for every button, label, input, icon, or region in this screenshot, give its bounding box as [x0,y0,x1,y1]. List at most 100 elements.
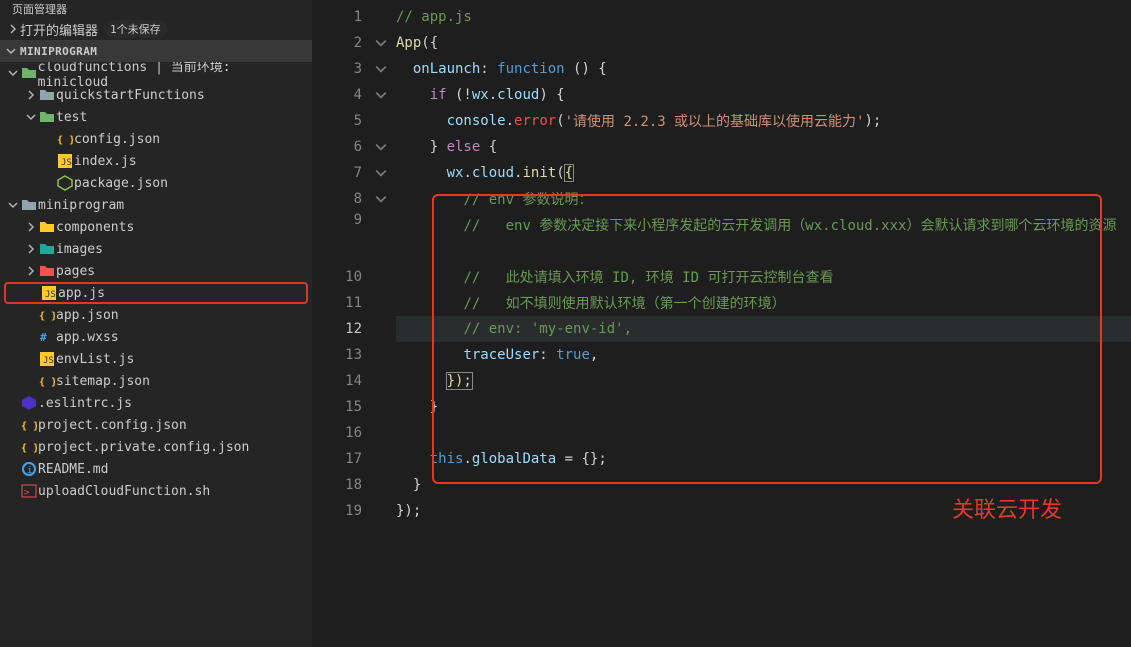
line-number: 11 [316,290,362,316]
fold-gutter[interactable] [370,0,392,647]
file-item[interactable]: JSapp.js [4,282,308,304]
fold-toggle-icon[interactable] [370,30,392,56]
chevron-right-icon [24,244,38,254]
folder-item[interactable]: images [0,238,312,260]
svg-text:{ }: { } [21,443,37,454]
item-label: pages [56,264,95,279]
folder-item[interactable]: miniprogram [0,194,312,216]
file-item[interactable]: { }sitemap.json [0,370,312,392]
prop-onlaunch: onLaunch [413,61,480,77]
fold-spacer [370,394,392,420]
json-icon: { } [38,307,56,323]
json-icon: { } [20,439,38,455]
line-number: 18 [316,472,362,498]
item-label: test [56,110,87,125]
item-label: index.js [74,154,137,169]
chevron-down-icon [6,46,16,56]
file-item[interactable]: .eslintrc.js [0,392,312,414]
chevron-right-icon [24,266,38,276]
item-label: envList.js [56,352,134,367]
fold-toggle-icon[interactable] [370,160,392,186]
item-label: app.wxss [56,330,119,345]
item-label: project.config.json [38,418,187,433]
file-item[interactable]: { }project.private.config.json [0,436,312,458]
svg-text:JS: JS [43,356,54,366]
file-item[interactable]: { }project.config.json [0,414,312,436]
json-icon: { } [20,417,38,433]
folder-item[interactable]: test [0,106,312,128]
project-root-header[interactable]: MINIPROGRAM [0,40,312,62]
file-item[interactable]: package.json [0,172,312,194]
line-number: 4 [316,82,362,108]
fn-app: App [396,35,421,51]
folder-item[interactable]: pages [0,260,312,282]
item-label: README.md [38,462,108,477]
kw-else: else [447,139,481,155]
code-content[interactable]: // app.js App({ onLaunch: function () { … [392,0,1131,647]
line-number: 6 [316,134,362,160]
svg-text:i: i [27,466,32,476]
chevron-down-icon [6,68,20,78]
node-icon [56,175,74,191]
js-icon: JS [56,153,74,169]
line-number: 15 [316,394,362,420]
fold-spacer [370,264,392,290]
open-editors-header[interactable]: 打开的编辑器 1个未保存 [0,18,312,40]
fold-spacer [370,316,392,342]
file-item[interactable]: { }app.json [0,304,312,326]
line-number: 2 [316,30,362,56]
line-number: 5 [316,108,362,134]
punct: ({ [421,35,438,51]
file-item[interactable]: >_uploadCloudFunction.sh [0,480,312,502]
fold-toggle-icon[interactable] [370,56,392,82]
fold-spacer [370,4,392,30]
chevron-right-icon [24,90,38,100]
svg-text:{ }: { } [21,421,37,432]
fold-toggle-icon[interactable] [370,82,392,108]
chevron-down-icon [24,112,38,122]
fn-init: init [522,165,556,181]
string-literal: '请使用 2.2.3 或以上的基础库以使用云能力' [565,111,865,131]
chevron-down-icon [6,200,20,210]
svg-text:{ }: { } [39,311,55,322]
brace: { [565,165,573,181]
js-icon: JS [38,351,56,367]
item-label: project.private.config.json [38,440,249,455]
fold-spacer [370,368,392,394]
item-label: config.json [74,132,160,147]
file-item[interactable]: i README.md [0,458,312,480]
file-item[interactable]: { }config.json [0,128,312,150]
line-number: 14 [316,368,362,394]
folder-item[interactable]: cloudfunctions | 当前环境: minicloud [0,62,312,84]
svg-text:JS: JS [61,158,72,168]
md-icon: i [20,461,38,477]
item-label: .eslintrc.js [38,396,132,411]
line-number: 16 [316,420,362,446]
item-label: package.json [74,176,168,191]
line-number: 9 [316,212,362,264]
file-item[interactable]: JSindex.js [0,150,312,172]
line-number: 1 [316,4,362,30]
file-item[interactable]: # app.wxss [0,326,312,348]
fold-spacer [370,342,392,368]
line-number: 13 [316,342,362,368]
line-number: 19 [316,498,362,524]
kw-if: if [430,87,447,103]
line-number: 8 [316,186,362,212]
editor-area[interactable]: 12345678910111213141516171819 // app.js … [312,0,1131,647]
svg-text:#: # [40,331,47,344]
line-number: 17 [316,446,362,472]
file-tree[interactable]: cloudfunctions | 当前环境: minicloudquicksta… [0,62,312,647]
fold-toggle-icon[interactable] [370,186,392,212]
folder-item[interactable]: components [0,216,312,238]
fold-toggle-icon[interactable] [370,134,392,160]
folder-cloud-icon [38,109,56,125]
chevron-right-icon [24,222,38,232]
line-number: 7 [316,160,362,186]
item-label: miniprogram [38,198,124,213]
explorer-sidebar: 页面管理器 打开的编辑器 1个未保存 MINIPROGRAM cloudfunc… [0,0,312,647]
file-item[interactable]: JSenvList.js [0,348,312,370]
js-icon: JS [40,285,58,301]
folder-img-icon [38,241,56,257]
folder-pages-icon [38,263,56,279]
